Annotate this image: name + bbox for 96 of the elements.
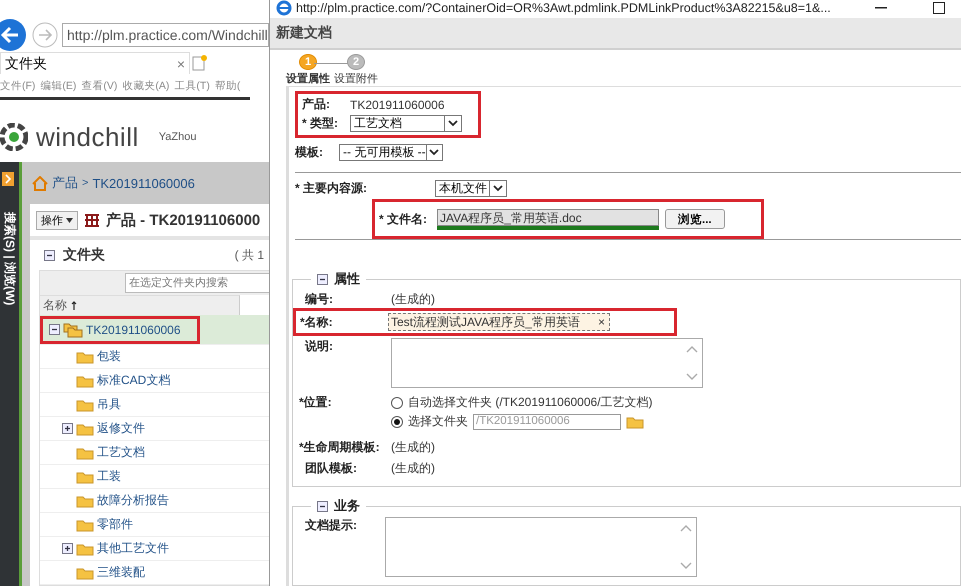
field-value: TK201911060006: [350, 98, 445, 112]
expand-icon[interactable]: [62, 423, 73, 434]
caret-icon: [429, 148, 440, 156]
menu-item[interactable]: 文件(F): [0, 78, 36, 92]
back-button[interactable]: [0, 18, 28, 52]
field-label: *位置:: [299, 394, 333, 411]
folder-icon: [76, 446, 94, 460]
field-label: 模板:: [295, 144, 324, 160]
radio-button[interactable]: [391, 396, 403, 408]
field-value: (生成的): [391, 460, 435, 476]
collapse-icon[interactable]: [317, 274, 328, 284]
dialog-title: 新建文档: [270, 18, 961, 50]
caret-icon: [493, 184, 503, 192]
browser-tab[interactable]: 文件夹 ×: [0, 52, 190, 74]
menu-item[interactable]: 帮助(: [214, 78, 240, 92]
source-select[interactable]: 本机文件: [435, 180, 507, 196]
user-name: YaZhou: [158, 131, 196, 143]
folder-icon: [76, 494, 94, 508]
folder-icon: [76, 350, 94, 364]
breadcrumb-separator: >: [82, 177, 88, 189]
search-field[interactable]: 在选定文件夹内搜索: [125, 273, 269, 293]
menu-item[interactable]: 查看(V): [81, 78, 118, 92]
logo-icon: [0, 123, 28, 151]
step-label: 设置附件: [334, 72, 378, 86]
tree-item-label: 吊具: [97, 396, 121, 413]
page-title: 产品 - TK20191106000: [106, 210, 260, 230]
new-tab-icon[interactable]: [190, 54, 208, 72]
field-label: *名称:: [300, 314, 334, 330]
window-url: http://plm.practice.com/?ContainerOid=OR%3Awt.pdmlink.PDMLinkProduct%3A82215&u8=1&...: [296, 1, 831, 15]
tree-item-label: 标准CAD文档: [97, 372, 170, 389]
menu-item[interactable]: 编辑(E): [40, 78, 76, 92]
logo-text: windchill: [36, 122, 139, 152]
field-label: *生命周期模板:: [299, 438, 381, 456]
field-label: * 主要内容源:: [295, 180, 368, 196]
product-icon: [84, 212, 100, 228]
template-select[interactable]: -- 无可用模板 --: [339, 144, 443, 160]
field-value: (生成的): [391, 290, 435, 308]
minimize-icon[interactable]: [875, 7, 887, 9]
field-label: 说明:: [305, 338, 334, 355]
section-title: 业务: [334, 497, 360, 515]
tree-item-label: 零部件: [97, 516, 133, 533]
column-header[interactable]: 名称: [40, 295, 240, 315]
menu-item[interactable]: 工具(T): [174, 78, 210, 92]
sort-icon[interactable]: [71, 300, 77, 310]
section-title: 属性: [334, 270, 360, 288]
folder-icon: [76, 542, 94, 556]
menu-item[interactable]: 收藏夹(A): [122, 78, 170, 92]
breadcrumb-link[interactable]: TK201911060006: [92, 176, 195, 190]
close-icon[interactable]: ×: [176, 56, 185, 72]
caret-icon: [448, 120, 458, 126]
tree-item-label: 工装: [97, 468, 121, 485]
maximize-icon[interactable]: [933, 2, 945, 14]
side-nav-label[interactable]: 搜索(S) | 浏览(W): [1, 212, 18, 306]
folder-field: /TK201911060006: [473, 414, 621, 430]
clear-icon[interactable]: ×: [598, 315, 609, 329]
folder-icon: [76, 518, 94, 532]
tree-item-label: 三维装配: [97, 564, 145, 581]
type-select[interactable]: 工艺文档: [350, 114, 462, 132]
field-label: * 类型:: [302, 114, 339, 132]
field-label: 团队模板:: [305, 460, 358, 476]
tree-item-label: 其他工艺文件: [97, 540, 169, 557]
field-label: 编号:: [305, 290, 334, 308]
field-label: 产品:: [302, 96, 331, 113]
tree-item-label: 包装: [97, 348, 121, 365]
name-field[interactable]: Test流程测试JAVA程序员_常用英语 ×: [388, 313, 610, 331]
tree-item-label: 返修文件: [97, 420, 145, 437]
folder-icon: [76, 398, 94, 412]
folders-icon: [63, 322, 83, 338]
radio-label: 自动选择文件夹 (/TK201911060006/工艺文档): [408, 394, 653, 411]
collapse-icon[interactable]: [44, 250, 55, 260]
tree-item-label: 工艺文档: [97, 444, 145, 461]
folder-icon: [76, 470, 94, 484]
browser-icon: [276, 0, 292, 16]
radio-label: 选择文件夹: [408, 413, 468, 430]
browse-button[interactable]: 浏览...: [665, 209, 725, 229]
item-count: ( 共 1: [234, 246, 264, 264]
folder-icon: [76, 566, 94, 580]
folder-icon: [76, 422, 94, 436]
collapse-icon[interactable]: [49, 324, 60, 335]
tree-row[interactable]: TK201911060006: [40, 315, 269, 345]
expand-icon[interactable]: [62, 543, 73, 554]
file-name-field[interactable]: JAVA程序员_常用英语.doc: [437, 208, 659, 226]
caret-icon: [66, 218, 73, 222]
section-title: 文件夹: [63, 246, 105, 264]
field-label: 文档提示:: [305, 517, 358, 534]
folder-picker-icon: [626, 414, 644, 428]
field-label: * 文件名:: [379, 210, 428, 228]
actions-button[interactable]: 操作: [36, 210, 78, 230]
tree-item-label: TK201911060006: [86, 322, 181, 336]
field-value: (生成的): [391, 438, 435, 456]
tree-item-label: 故障分析报告: [97, 492, 169, 509]
address-field[interactable]: http://plm.practice.com/Windchill: [62, 23, 269, 47]
breadcrumb-link[interactable]: 产品: [52, 174, 78, 192]
folder-icon: [76, 374, 94, 388]
step-label: 设置属性: [286, 72, 330, 86]
collapse-icon[interactable]: [317, 500, 328, 512]
